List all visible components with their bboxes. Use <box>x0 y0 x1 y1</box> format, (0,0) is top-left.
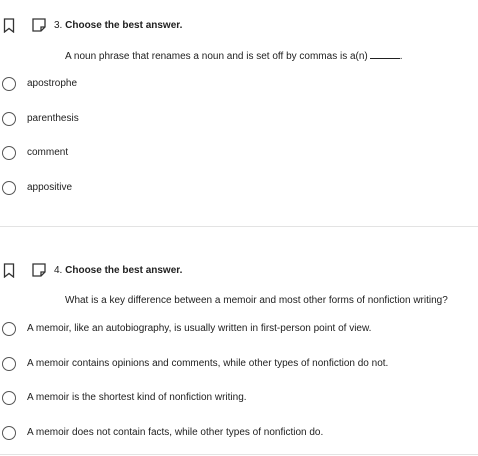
radio-button[interactable] <box>2 146 16 160</box>
bookmark-icon[interactable] <box>3 263 15 278</box>
option-label: parenthesis <box>27 113 79 124</box>
radio-button[interactable] <box>2 77 16 91</box>
question-4: 4. Choose the best answer. What is a key… <box>0 227 478 456</box>
bookmark-icon[interactable] <box>3 18 15 33</box>
radio-button[interactable] <box>2 426 16 440</box>
answer-option[interactable]: A memoir does not contain facts, while o… <box>0 423 470 445</box>
note-icon[interactable] <box>32 263 46 277</box>
question-3: 3. Choose the best answer. A noun phrase… <box>0 0 478 226</box>
answer-blank <box>369 51 400 59</box>
option-label: A memoir does not contain facts, while o… <box>27 427 324 438</box>
option-label: A memoir contains opinions and comments,… <box>27 358 389 369</box>
question-prompt: What is a key difference between a memoi… <box>65 295 448 306</box>
radio-button[interactable] <box>2 357 16 371</box>
prompt-text: A noun phrase that renames a noun and is… <box>65 51 368 62</box>
answer-option[interactable]: A memoir contains opinions and comments,… <box>0 354 470 376</box>
option-label: comment <box>27 147 69 158</box>
option-label: A memoir, like an autobiography, is usua… <box>27 323 372 334</box>
answer-option[interactable]: A memoir is the shortest kind of nonfict… <box>0 388 470 410</box>
answer-option[interactable]: appositive <box>0 178 470 200</box>
question-instruction: Choose the best answer. <box>65 20 183 31</box>
answer-option[interactable]: A memoir, like an autobiography, is usua… <box>0 319 470 341</box>
question-header: 4. Choose the best answer. <box>0 263 478 285</box>
question-number: 4. <box>54 265 63 276</box>
prompt-suffix: . <box>399 51 403 62</box>
option-label: apostrophe <box>27 78 78 89</box>
question-number: 3. <box>54 20 63 31</box>
section-divider <box>0 454 478 455</box>
option-label: A memoir is the shortest kind of nonfict… <box>27 392 247 403</box>
question-prompt: A noun phrase that renames a noun and is… <box>65 51 403 62</box>
answer-option[interactable]: parenthesis <box>0 109 470 131</box>
question-instruction: Choose the best answer. <box>65 265 183 276</box>
answer-option[interactable]: apostrophe <box>0 74 470 96</box>
radio-button[interactable] <box>2 322 16 336</box>
question-title: 3. Choose the best answer. <box>54 20 182 31</box>
radio-button[interactable] <box>2 112 16 126</box>
radio-button[interactable] <box>2 391 16 405</box>
question-title: 4. Choose the best answer. <box>54 265 182 276</box>
radio-button[interactable] <box>2 181 16 195</box>
note-icon[interactable] <box>32 18 46 32</box>
answer-option[interactable]: comment <box>0 143 470 165</box>
question-header: 3. Choose the best answer. <box>0 18 478 40</box>
option-label: appositive <box>27 182 73 193</box>
